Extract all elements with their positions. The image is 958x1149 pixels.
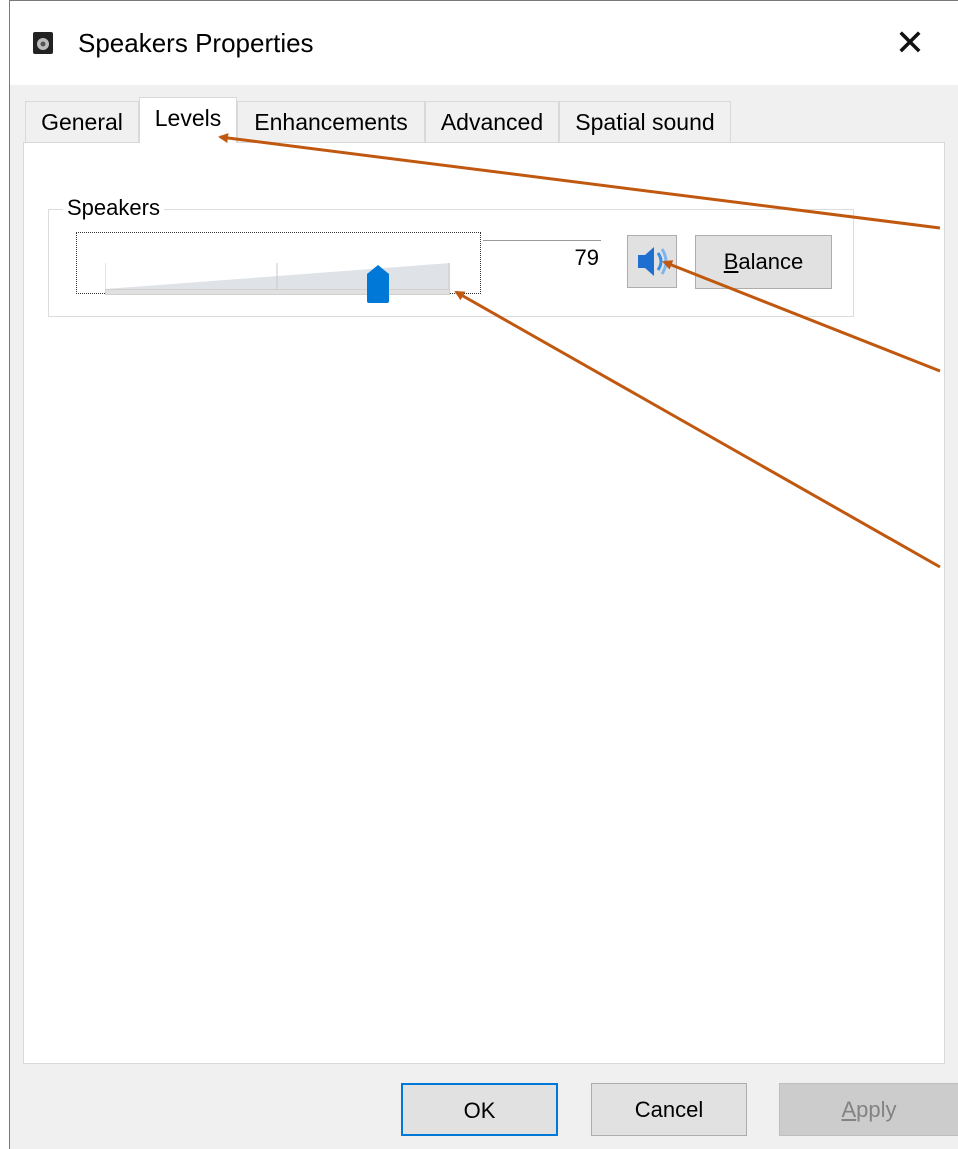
balance-label: alance [738,249,804,274]
window-title: Speakers Properties [78,28,314,58]
balance-accelerator: B [723,249,739,274]
title-bar: Speakers Properties ✕ [10,1,958,85]
levels-panel: Speakers 79 Balance [23,142,945,1064]
apply-button[interactable]: Apply [779,1083,958,1136]
close-icon[interactable]: ✕ [890,23,930,63]
tab-general[interactable]: General [25,101,139,143]
tab-spatial-sound[interactable]: Spatial sound [559,101,731,143]
volume-ramp [105,263,450,289]
balance-button[interactable]: Balance [695,235,832,289]
apply-label: pply [856,1097,897,1122]
tab-advanced[interactable]: Advanced [425,101,559,143]
volume-thumb[interactable] [366,265,389,303]
speaker-app-icon [33,32,53,54]
volume-track [105,289,450,295]
speakers-group-label: Speakers [63,195,164,221]
speakers-properties-dialog: Speakers Properties ✕ General Levels Enh… [9,0,958,1149]
volume-slider[interactable] [76,232,481,303]
cancel-button[interactable]: Cancel [591,1083,747,1136]
tab-enhancements[interactable]: Enhancements [237,101,425,143]
value-divider [483,240,601,241]
tab-levels[interactable]: Levels [139,97,237,143]
speaker-icon [638,247,668,276]
mute-button[interactable] [627,235,677,288]
apply-accelerator: A [841,1097,857,1122]
ok-button[interactable]: OK [401,1083,558,1136]
speakers-groupbox: Speakers 79 Balance [48,195,854,317]
volume-value: 79 [574,245,599,270]
